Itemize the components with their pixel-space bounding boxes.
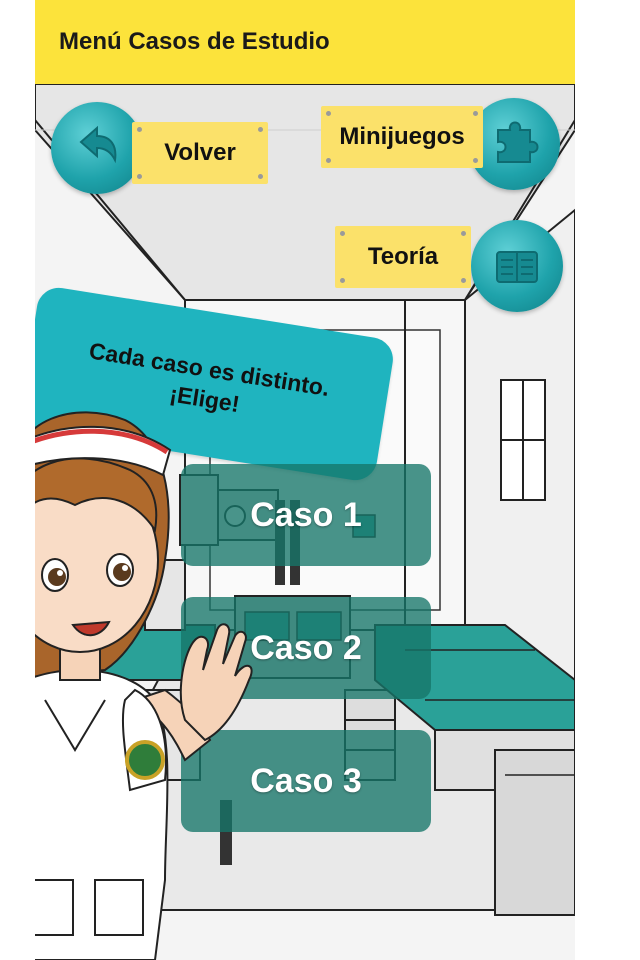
emblem-badge-icon [125, 740, 165, 780]
nurse-character [35, 411, 253, 960]
app-screen: Menú Casos de Estudio Volver Minijuegos [35, 0, 575, 960]
